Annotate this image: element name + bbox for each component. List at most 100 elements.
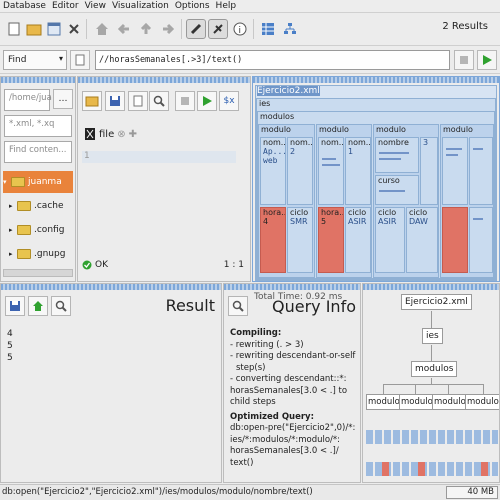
chevron-down-icon: ▾ <box>3 178 7 186</box>
treemap[interactable]: Ejercicio2.xml ies modulos modulo nom...… <box>255 85 497 281</box>
treemap-node-nombre[interactable]: nom... Ap... web <box>260 137 286 205</box>
close-tab-icon[interactable]: ⊗ <box>117 129 125 140</box>
optimized-line: horasSemanales[3.0 < .]/ <box>230 446 339 456</box>
plan-node-ies[interactable]: ies <box>422 328 443 344</box>
treemap-node-horas-hit[interactable] <box>442 207 468 273</box>
properties-icon[interactable] <box>44 19 64 39</box>
browse-button[interactable]: … <box>53 89 73 109</box>
run-button[interactable] <box>477 50 497 70</box>
info-view-icon[interactable]: i <box>230 19 250 39</box>
treemap-node-modulo[interactable]: modulo nombre 3 curso ciclo ASIR ciclo DAW <box>373 124 439 278</box>
result-line: 5 <box>7 341 13 351</box>
find-contents-input[interactable]: Find conten... <box>4 141 72 163</box>
variables-icon[interactable]: $x <box>219 91 239 111</box>
treemap-node-curso[interactable]: nom... 2 <box>287 137 313 205</box>
folder-icon <box>17 225 31 235</box>
map-view-icon[interactable] <box>208 19 228 39</box>
result-panel: Result 4 5 5 <box>0 283 222 483</box>
treemap-node-modulo[interactable]: modulo nom...Ap... web nom...2 hora...4 … <box>258 124 315 278</box>
query-info-panel: Total Time: 0.92 ms Query Info Compiling… <box>223 283 361 483</box>
panel-header <box>1 77 75 83</box>
treemap-node-ciclo[interactable]: ciclo SMR <box>287 207 313 273</box>
save-icon[interactable] <box>105 91 125 111</box>
treemap-node-nombre[interactable]: nombre <box>375 137 419 173</box>
tab-file[interactable]: file ⊗ ✚ <box>84 127 137 141</box>
tree-item-cache[interactable]: ▸ .cache <box>9 195 64 217</box>
treemap-node-curso[interactable]: 3 <box>420 137 438 205</box>
stop-button[interactable] <box>454 50 474 70</box>
open-file-icon[interactable] <box>82 91 102 111</box>
search-mode-select[interactable]: Find ▾ <box>3 50 67 70</box>
results-count: 2 Results <box>442 21 488 32</box>
xquery-file-icon <box>85 128 95 140</box>
treemap-node-modulo[interactable]: modulo <box>440 124 494 278</box>
home-icon[interactable] <box>92 19 112 39</box>
query-input[interactable]: //horasSemanales[.>3]/text() <box>95 50 450 70</box>
plan-node-root[interactable]: Ejercicio2.xml <box>401 294 472 310</box>
treemap-node-ciclo[interactable]: ciclo DAW <box>406 207 438 273</box>
forward-icon[interactable] <box>158 19 178 39</box>
plan-node-modulo[interactable]: modulo <box>399 394 435 410</box>
add-tab-icon[interactable]: ✚ <box>129 129 137 140</box>
svg-text:i: i <box>239 26 242 36</box>
menu-visualization[interactable]: Visualization <box>109 0 172 12</box>
new-file-icon[interactable] <box>128 91 148 111</box>
treemap-node-curso[interactable] <box>469 137 493 205</box>
tree-item-gnupg[interactable]: ▸ .gnupg <box>9 243 65 265</box>
plan-node-modulos[interactable]: modulos <box>411 361 458 377</box>
tree-item-juanma[interactable]: ▾ juanma <box>3 171 73 193</box>
history-button[interactable] <box>70 50 90 70</box>
tree-item-config[interactable]: ▸ .config <box>9 219 64 241</box>
memory-indicator[interactable]: 40 MB <box>446 486 498 499</box>
compiling-label: Compiling: <box>230 328 282 338</box>
treemap-node-curso[interactable]: curso <box>375 175 419 205</box>
tree-icon[interactable] <box>280 19 300 39</box>
treemap-node-nombre[interactable] <box>442 137 468 205</box>
compiling-line: - converting descendant::*: <box>230 374 347 384</box>
treemap-node-ciclo[interactable]: ciclo ASIR <box>345 207 371 273</box>
up-icon[interactable] <box>136 19 156 39</box>
query-info-text: Compiling: - rewriting (. > 3) - rewriti… <box>230 328 358 469</box>
search-icon[interactable] <box>228 296 248 316</box>
treemap-node-ies[interactable]: ies modulos modulo nom... Ap... web nom..… <box>256 98 496 280</box>
text-view-icon[interactable] <box>186 19 206 39</box>
open-database-icon[interactable] <box>24 19 44 39</box>
menu-editor[interactable]: Editor <box>49 0 82 12</box>
horizontal-scrollbar[interactable] <box>3 269 73 277</box>
plan-node-modulo[interactable]: modulo <box>432 394 468 410</box>
filter-input[interactable]: *.xml, *.xq <box>4 115 72 137</box>
menu-database[interactable]: Database <box>0 0 49 12</box>
status-bar: db:open("Ejercicio2","Ejercicio2.xml")/i… <box>0 484 500 500</box>
treemap-node-ciclo[interactable] <box>469 207 493 273</box>
node-label: modulo <box>261 125 291 134</box>
treemap-node-nombre[interactable]: nom... <box>318 137 344 205</box>
plan-node-modulo[interactable]: modulo <box>366 394 402 410</box>
search-icon[interactable] <box>51 296 71 316</box>
back-icon[interactable] <box>114 19 134 39</box>
menu-options[interactable]: Options <box>172 0 213 12</box>
plan-node-modulo[interactable]: modulo <box>465 394 499 410</box>
execute-icon[interactable] <box>197 91 217 111</box>
home-icon[interactable] <box>28 296 48 316</box>
table-icon[interactable] <box>258 19 278 39</box>
treemap-node-modulo[interactable]: modulo nom... nom...1 hora...5 cicloASIR <box>316 124 372 278</box>
current-line-highlight <box>82 151 236 163</box>
treemap-node-horas-hit[interactable]: hora...5 <box>318 207 344 273</box>
treemap-node-horas-hit[interactable]: hora...4 <box>260 207 286 273</box>
query-info-title: Query Info <box>272 297 356 316</box>
compiling-line: - rewriting (. > 3) <box>230 339 304 350</box>
search-icon[interactable] <box>149 91 169 111</box>
save-result-icon[interactable] <box>5 296 25 316</box>
folder-icon <box>17 201 31 211</box>
treemap-node-modulos[interactable]: modulos modulo nom... Ap... web nom... 2 h… <box>257 111 495 279</box>
close-icon[interactable] <box>64 19 84 39</box>
dollar-x-glyph: $x <box>223 96 235 106</box>
new-database-icon[interactable] <box>4 19 24 39</box>
menu-view[interactable]: View <box>82 0 109 12</box>
treemap-node-curso[interactable]: nom... 1 <box>345 137 371 205</box>
stop-icon[interactable] <box>175 91 195 111</box>
menu-help[interactable]: Help <box>213 0 240 12</box>
treemap-node-ciclo[interactable]: ciclo ASIR <box>375 207 405 273</box>
path-input[interactable]: /home/jua <box>4 89 52 111</box>
editor-status: OK <box>82 260 108 270</box>
